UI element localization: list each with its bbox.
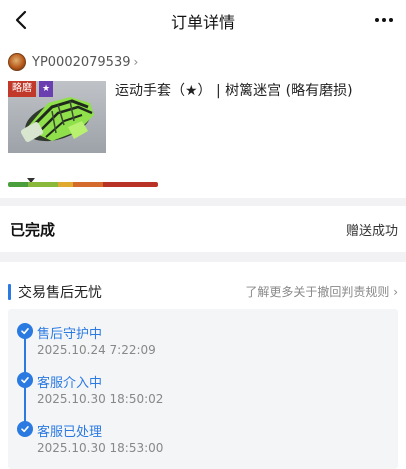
check-icon xyxy=(17,323,33,339)
item-image[interactable]: 略磨 ★ xyxy=(8,81,106,153)
seller-avatar xyxy=(8,53,26,71)
rules-link[interactable]: 了解更多关于撤回判责规则 › xyxy=(245,283,398,300)
order-status-row: 已完成 赠送成功 xyxy=(0,206,406,252)
check-icon xyxy=(17,372,33,388)
wear-bar xyxy=(8,182,158,187)
product-card[interactable]: YP0002079539 › 略磨 ★ 运动手套（★） | 树篱迷宫 (略有磨损… xyxy=(0,42,406,198)
chevron-right-icon: › xyxy=(133,55,139,69)
timeline-step-time: 2025.10.30 18:53:00 xyxy=(37,441,164,455)
ellipsis-icon[interactable] xyxy=(372,8,396,32)
star-tag: ★ xyxy=(39,81,53,97)
wear-segment-minimal-wear xyxy=(27,182,58,187)
timeline-step-title: 售后守护中 xyxy=(37,327,103,342)
order-status-value: 赠送成功 xyxy=(345,224,398,239)
section-accent-bar xyxy=(8,284,11,300)
wear-segment-battle-scarred xyxy=(102,182,158,187)
page-title: 订单详情 xyxy=(170,13,235,32)
top-nav-bar: 订单详情 xyxy=(0,0,406,42)
wear-segment-field-tested xyxy=(57,182,73,187)
wear-tag: 略磨 xyxy=(8,81,36,97)
item-name: 运动手套（★） | 树篱迷宫 (略有磨损) xyxy=(115,83,353,99)
timeline-step-title: 客服已处理 xyxy=(37,425,103,440)
timeline-step-title: 客服介入中 xyxy=(37,376,103,391)
timeline-step-time: 2025.10.30 18:50:02 xyxy=(37,392,164,406)
seller-row[interactable]: YP0002079539 › xyxy=(8,52,138,72)
timeline: 售后守护中 2025.10.24 7:22:09 客服介入中 2025.10.3… xyxy=(8,309,398,469)
wear-segment-factory-new xyxy=(8,182,28,187)
seller-id: YP0002079539 xyxy=(32,54,131,70)
check-icon xyxy=(17,421,33,437)
timeline-step-time: 2025.10.24 7:22:09 xyxy=(37,343,156,357)
guarantee-title: 交易售后无忧 xyxy=(18,285,102,301)
wear-segment-well-worn xyxy=(72,182,103,187)
after-sale-guarantee-section: 交易售后无忧 了解更多关于撤回判责规则 › 售后守护中 2025.10.24 7… xyxy=(0,262,406,469)
order-status-label: 已完成 xyxy=(10,221,56,239)
